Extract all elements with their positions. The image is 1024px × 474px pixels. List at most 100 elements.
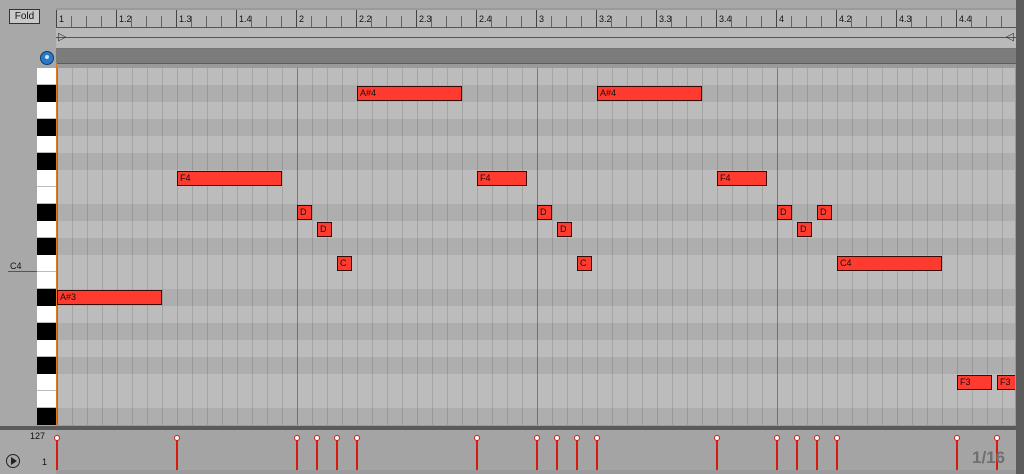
velocity-stem[interactable] bbox=[316, 438, 318, 470]
piano-black-key[interactable] bbox=[37, 408, 56, 425]
velocity-stem[interactable] bbox=[536, 438, 538, 470]
ruler-subtick bbox=[131, 16, 132, 27]
velocity-handle[interactable] bbox=[814, 435, 820, 441]
midi-note[interactable]: D bbox=[317, 222, 332, 237]
velocity-handle[interactable] bbox=[574, 435, 580, 441]
grid-line bbox=[297, 68, 298, 425]
grid-line bbox=[177, 68, 178, 425]
grid-quantize-label[interactable]: 1/16 bbox=[972, 448, 1005, 468]
velocity-handle[interactable] bbox=[54, 435, 60, 441]
midi-note[interactable]: F3 bbox=[997, 375, 1015, 390]
piano-white-key[interactable] bbox=[37, 136, 56, 153]
piano-white-key[interactable] bbox=[37, 170, 56, 187]
velocity-handle[interactable] bbox=[954, 435, 960, 441]
velocity-handle[interactable] bbox=[354, 435, 360, 441]
midi-note[interactable]: C bbox=[577, 256, 592, 271]
velocity-stem[interactable] bbox=[56, 438, 58, 470]
midi-note[interactable]: A#3 bbox=[57, 290, 162, 305]
grid-line bbox=[987, 68, 988, 425]
velocity-handle[interactable] bbox=[834, 435, 840, 441]
velocity-handle[interactable] bbox=[794, 435, 800, 441]
ruler-label: 3 bbox=[539, 14, 545, 24]
velocity-stem[interactable] bbox=[796, 438, 798, 470]
midi-note[interactable]: C bbox=[337, 256, 352, 271]
piano-black-key[interactable] bbox=[37, 204, 56, 221]
piano-black-key[interactable] bbox=[37, 238, 56, 255]
ruler-subtick bbox=[941, 16, 942, 27]
velocity-min-label: 1 bbox=[42, 457, 48, 467]
piano-black-key[interactable] bbox=[37, 85, 56, 102]
midi-note[interactable]: F4 bbox=[177, 171, 282, 186]
piano-black-key[interactable] bbox=[37, 357, 56, 374]
midi-note[interactable]: C4 bbox=[837, 256, 942, 271]
velocity-handle[interactable] bbox=[774, 435, 780, 441]
velocity-handle[interactable] bbox=[314, 435, 320, 441]
midi-note[interactable]: A#4 bbox=[357, 86, 462, 101]
velocity-lane[interactable] bbox=[54, 430, 1016, 470]
midi-note[interactable]: F4 bbox=[717, 171, 767, 186]
piano-black-key[interactable] bbox=[37, 119, 56, 136]
grid-line bbox=[837, 68, 838, 425]
velocity-stem[interactable] bbox=[356, 438, 358, 470]
loop-end-marker[interactable]: ◁ bbox=[1006, 30, 1014, 43]
ruler-label: 4.4 bbox=[959, 14, 972, 24]
velocity-stem[interactable] bbox=[816, 438, 818, 470]
ruler-tick bbox=[296, 10, 297, 27]
piano-white-key[interactable] bbox=[37, 221, 56, 238]
velocity-stem[interactable] bbox=[556, 438, 558, 470]
lock-icon[interactable] bbox=[40, 51, 54, 65]
piano-keyboard[interactable] bbox=[37, 68, 56, 425]
velocity-handle[interactable] bbox=[554, 435, 560, 441]
velocity-stem[interactable] bbox=[576, 438, 578, 470]
piano-black-key[interactable] bbox=[37, 153, 56, 170]
velocity-handle[interactable] bbox=[294, 435, 300, 441]
velocity-handle[interactable] bbox=[594, 435, 600, 441]
velocity-stem[interactable] bbox=[596, 438, 598, 470]
play-icon[interactable] bbox=[6, 454, 20, 468]
velocity-stem[interactable] bbox=[336, 438, 338, 470]
midi-note[interactable]: D bbox=[557, 222, 572, 237]
ruler-label: 4.2 bbox=[839, 14, 852, 24]
velocity-stem[interactable] bbox=[716, 438, 718, 470]
velocity-stem[interactable] bbox=[476, 438, 478, 470]
ruler-subtick bbox=[311, 16, 312, 27]
velocity-handle[interactable] bbox=[534, 435, 540, 441]
velocity-handle[interactable] bbox=[334, 435, 340, 441]
midi-note[interactable]: F3 bbox=[957, 375, 992, 390]
piano-white-key[interactable] bbox=[37, 187, 56, 204]
piano-white-key[interactable] bbox=[37, 340, 56, 357]
piano-white-key[interactable] bbox=[37, 255, 56, 272]
midi-note[interactable]: D bbox=[537, 205, 552, 220]
velocity-stem[interactable] bbox=[296, 438, 298, 470]
midi-note[interactable]: D bbox=[777, 205, 792, 220]
velocity-stem[interactable] bbox=[836, 438, 838, 470]
velocity-stem[interactable] bbox=[776, 438, 778, 470]
loop-start-marker[interactable]: ▷ bbox=[58, 30, 66, 43]
grid-line bbox=[522, 68, 523, 425]
piano-white-key[interactable] bbox=[37, 391, 56, 408]
velocity-stem[interactable] bbox=[956, 438, 958, 470]
loop-brace-bar[interactable]: ▷ ◁ bbox=[56, 28, 1016, 49]
piano-white-key[interactable] bbox=[37, 272, 56, 289]
velocity-handle[interactable] bbox=[994, 435, 1000, 441]
note-grid[interactable]: A#3 F4 D D C A#4 F4 D D C A#4 F4 D D D C4 F3 F3 bbox=[57, 68, 1015, 425]
piano-black-key[interactable] bbox=[37, 289, 56, 306]
piano-white-key[interactable] bbox=[37, 374, 56, 391]
velocity-handle[interactable] bbox=[174, 435, 180, 441]
midi-note[interactable]: F4 bbox=[477, 171, 527, 186]
midi-note[interactable]: D bbox=[797, 222, 812, 237]
velocity-stem[interactable] bbox=[176, 438, 178, 470]
piano-white-key[interactable] bbox=[37, 68, 56, 85]
piano-white-key[interactable] bbox=[37, 306, 56, 323]
midi-note[interactable]: D bbox=[817, 205, 832, 220]
ruler-label: 1 bbox=[59, 14, 65, 24]
piano-white-key[interactable] bbox=[37, 102, 56, 119]
ruler-tick bbox=[116, 10, 117, 27]
beat-ruler[interactable]: 1 1.2 1.3 1.4 2 2.2 2.3 2.4 3 3.2 3.3 3.4 4 4.2 4.3 4.4 bbox=[56, 10, 1016, 28]
piano-black-key[interactable] bbox=[37, 323, 56, 340]
velocity-handle[interactable] bbox=[714, 435, 720, 441]
midi-note[interactable]: A#4 bbox=[597, 86, 702, 101]
midi-note[interactable]: D bbox=[297, 205, 312, 220]
velocity-handle[interactable] bbox=[474, 435, 480, 441]
fold-button[interactable]: Fold bbox=[9, 9, 40, 24]
